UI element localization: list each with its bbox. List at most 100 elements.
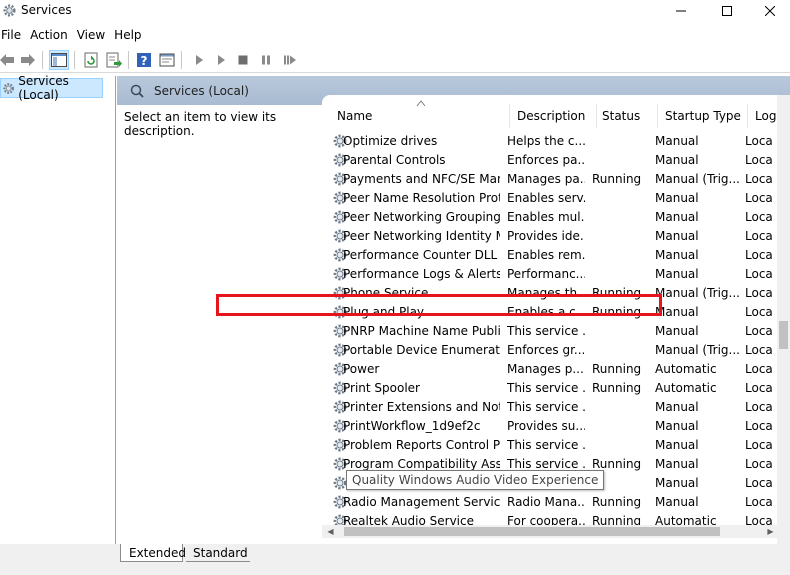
menu-file[interactable]: File [0,25,27,45]
service-startup-type: Manual [655,495,699,509]
service-description: Enables mul... [507,210,585,224]
tree-item-services-local[interactable]: Services (Local) [0,74,103,102]
table-row[interactable]: Printer Extensions and Notif... This serv… [322,398,777,417]
column-header-name[interactable]: Name [333,104,510,128]
restart-service-icon [284,55,296,65]
vertical-scrollbar[interactable] [777,95,790,544]
table-row[interactable]: Payments and NFC/SE Man... Manages pa... R… [322,170,777,189]
service-name: Plug and Play [343,305,425,319]
start-service-alt-button[interactable] [211,50,231,70]
service-log-on-as: Loca [745,324,773,338]
service-name: Payments and NFC/SE Man... [343,172,500,186]
table-row[interactable]: Performance Counter DLL ... Enables rem..… [322,246,777,265]
service-startup-type: Manual [655,438,699,452]
table-row[interactable]: PNRP Machine Name Publi... This service .… [322,322,777,341]
service-status [592,134,650,150]
service-description: Enables serv... [507,191,585,205]
service-description: This service ... [507,324,585,338]
forward-arrow-icon [21,54,35,66]
service-name: Peer Name Resolution Prot... [343,191,500,205]
tab-extended[interactable]: Extended [120,544,186,562]
scroll-left-icon[interactable]: ◀ [324,525,337,538]
tab-standard[interactable]: Standard [186,544,250,562]
table-row[interactable]: Radio Management Service Radio Mana... Run… [322,493,777,512]
scroll-right-icon[interactable]: ▶ [764,525,777,538]
stop-service-button[interactable] [233,50,253,70]
maximize-button[interactable] [704,0,750,22]
service-status [592,324,650,340]
export-list-button[interactable] [104,50,124,70]
minimize-button[interactable] [658,0,704,22]
service-log-on-as: Loca [745,438,773,452]
table-row[interactable]: Phone Service Manages th... Running Manual … [322,284,777,303]
service-log-on-as: Loca [745,153,773,167]
service-status [592,229,650,245]
help-icon: ? [137,53,151,68]
table-row[interactable]: Power Manages p... Running Automatic Loca [322,360,777,379]
refresh-button[interactable] [81,50,101,70]
service-status [592,438,650,454]
service-description: Provides ide... [507,229,585,243]
table-row[interactable]: Peer Name Resolution Prot... Enables serv… [322,189,777,208]
service-startup-type: Manual [655,419,699,433]
column-header-status[interactable]: Status [598,104,658,128]
column-header-description[interactable]: Description [513,104,597,128]
service-startup-type: Manual (Trig... [655,286,739,300]
service-description: Manages pa... [507,172,585,186]
column-header-startup-type[interactable]: Startup Type [661,104,748,128]
service-description: This service ... [507,438,585,452]
start-service-icon [196,55,203,65]
properties-button[interactable] [157,50,177,70]
show-hide-console-tree-icon [51,53,67,67]
table-row[interactable]: Print Spooler This service ... Running Auto… [322,379,777,398]
table-row[interactable]: Portable Device Enumerator... Enforces gr… [322,341,777,360]
back-button[interactable] [0,50,17,70]
table-row[interactable]: Performance Logs & Alerts Performanc... Ma… [322,265,777,284]
console-tree: Services (Local) [0,74,116,544]
table-row[interactable]: Parental Controls Enforces pa... Manual Loc… [322,151,777,170]
vertical-scroll-thumb[interactable] [779,321,788,349]
service-description: Enables a c... [507,305,585,319]
service-startup-type: Manual [655,248,699,262]
properties-icon [159,53,175,67]
service-name: Radio Management Service [343,495,500,509]
toolbar: ? [0,47,790,73]
column-header-log-on-as[interactable]: Log [751,104,777,128]
service-startup-type: Manual [655,153,699,167]
start-service-button[interactable] [189,50,209,70]
toolbar-separator [128,51,129,69]
service-log-on-as: Loca [745,400,773,414]
minimize-icon [676,10,686,12]
table-row[interactable]: Peer Networking Identity M... Provides id… [322,227,777,246]
menu-view[interactable]: View [74,25,111,45]
menu-help[interactable]: Help [111,25,147,45]
table-row[interactable]: Plug and Play Enables a c... Running Manual… [322,303,777,322]
service-startup-type: Manual (Trig... [655,343,739,357]
close-button[interactable] [750,0,790,22]
table-row[interactable]: Problem Reports Control Pa... This servic… [322,436,777,455]
service-name: Peer Networking Identity M... [343,229,500,243]
forward-button[interactable] [18,50,38,70]
service-log-on-as: Loca [745,267,773,281]
table-row[interactable]: Peer Networking Grouping Enables mul... Ma… [322,208,777,227]
table-row[interactable]: PrintWorkflow_1d9ef2c Provides su... Manua… [322,417,777,436]
horizontal-scrollbar[interactable]: ◀ ▶ [322,525,777,538]
service-startup-type: Manual [655,305,699,319]
service-description: Performanc... [507,267,585,281]
menu-action[interactable]: Action [27,25,74,45]
pause-service-button[interactable] [256,50,276,70]
table-row[interactable]: Optimize drives Helps the c... Manual Loca [322,132,777,151]
help-button[interactable]: ? [134,50,154,70]
horizontal-scroll-thumb[interactable] [344,527,720,536]
service-status [592,267,650,283]
service-log-on-as: Loca [745,229,773,243]
toolbar-separator [42,51,43,69]
service-status [592,248,650,264]
service-log-on-as: Loca [745,343,773,357]
maximize-icon [722,6,732,16]
service-description: Radio Mana... [507,495,585,509]
start-service-alt-icon [218,55,225,65]
restart-service-button[interactable] [280,50,300,70]
show-hide-console-tree-button[interactable] [49,50,69,70]
service-log-on-as: Loca [745,286,773,300]
